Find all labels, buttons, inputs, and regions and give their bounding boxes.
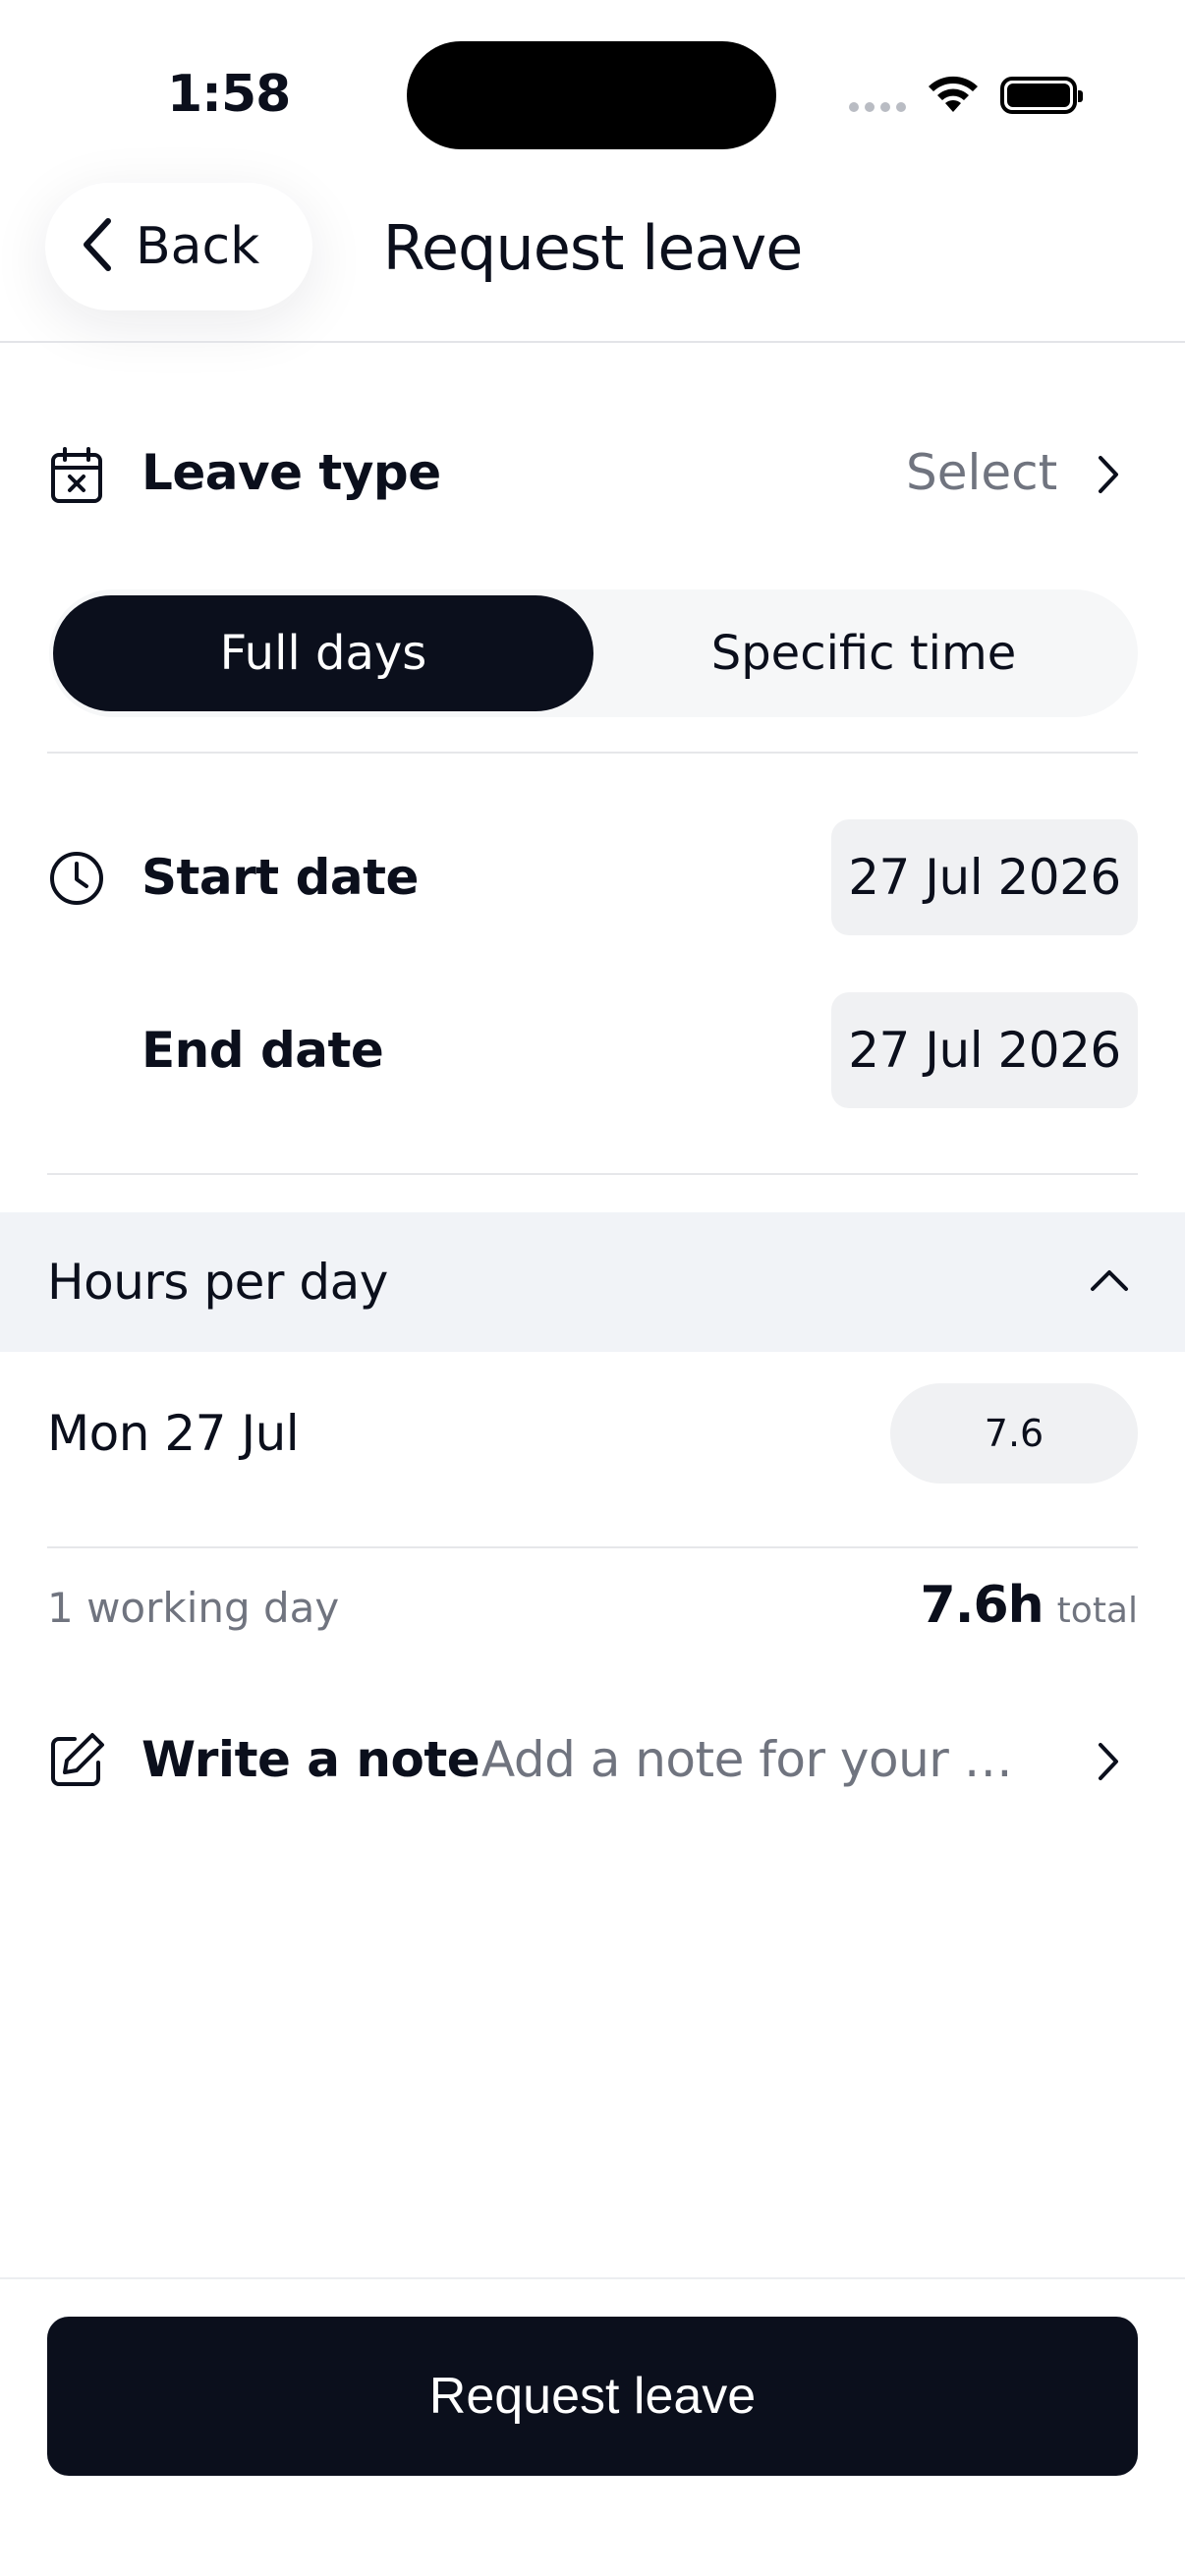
leave-type-value: Select	[906, 444, 1058, 501]
dynamic-island	[407, 41, 776, 149]
wifi-icon	[924, 73, 983, 120]
signal-icon	[849, 102, 906, 112]
chevron-right-icon	[1097, 1741, 1120, 1786]
status-time: 1:58	[167, 65, 291, 124]
request-leave-button[interactable]: Request leave	[47, 2317, 1138, 2476]
total-hours-unit: total	[1056, 1591, 1138, 1631]
hours-per-day-title: Hours per day	[47, 1254, 388, 1311]
chevron-right-icon	[1097, 454, 1120, 499]
edit-note-icon	[49, 1731, 106, 1792]
note-label: Write a note	[141, 1731, 480, 1788]
total-hours: 7.6h total	[921, 1576, 1138, 1635]
day-label: Mon 27 Jul	[47, 1405, 300, 1462]
end-date-label: End date	[141, 1022, 384, 1079]
note-placeholder[interactable]: Add a note for your manager	[481, 1731, 1051, 1788]
start-date-label: Start date	[141, 849, 419, 906]
clock-icon	[47, 849, 106, 912]
calendar-x-icon	[49, 446, 104, 509]
toggle-full-days[interactable]: Full days	[53, 595, 593, 711]
section-divider	[47, 1546, 1138, 1548]
chevron-up-icon[interactable]	[1089, 1267, 1130, 1297]
leave-type-row[interactable]: Leave type Select	[0, 422, 1185, 531]
start-date-picker[interactable]: 27 Jul 2026	[831, 819, 1138, 935]
hours-input[interactable]	[890, 1383, 1138, 1484]
toggle-specific-time[interactable]: Specific time	[593, 595, 1134, 711]
page-title: Request leave	[382, 212, 804, 284]
battery-icon	[1000, 77, 1083, 114]
footer-divider	[0, 2277, 1185, 2279]
leave-type-label: Leave type	[141, 444, 441, 501]
header-divider	[0, 341, 1185, 343]
end-date-picker[interactable]: 27 Jul 2026	[831, 992, 1138, 1108]
section-divider	[47, 752, 1138, 754]
total-hours-value: 7.6h	[920, 1576, 1044, 1635]
section-divider	[47, 1173, 1138, 1175]
working-days-count: 1 working day	[47, 1584, 340, 1632]
